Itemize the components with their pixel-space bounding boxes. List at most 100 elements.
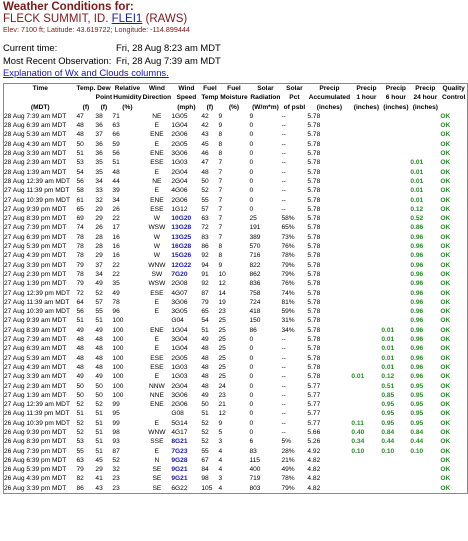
cell-humidity: 35 [112, 280, 120, 288]
cell-dew-point: 51 [95, 317, 103, 325]
cell-temp: 50 [76, 391, 84, 399]
cell-time: 27 Aug 2:39 pm MDT [4, 270, 67, 278]
cell-temp: 51 [76, 317, 84, 325]
station-id-link[interactable]: FLEI1 [112, 13, 143, 25]
cell-solar-pct: -- [281, 177, 286, 185]
cell-time: 26 Aug 4:39 pm MDT [4, 475, 67, 483]
cell-wind-direction: SE [152, 475, 162, 483]
cell-solar-pct: 76% [281, 280, 295, 288]
cell-solar-pct: 59% [281, 308, 295, 316]
cell-quality-control: OK [440, 168, 451, 176]
cell-precip-accumulated: 4.82 [307, 475, 321, 483]
cell-precip-accumulated: 5.78 [307, 177, 321, 185]
cell-solar-radiation: 6 [249, 438, 254, 446]
cell-wind-direction: E [154, 308, 160, 316]
cell-precip-accumulated: 5.26 [307, 438, 321, 446]
cell-dew-point: 29 [95, 215, 103, 223]
cell-precip-6hr [381, 149, 410, 158]
column-header-quality-control: Control [441, 94, 466, 102]
cell-precip-6hr: 0.84 [381, 428, 395, 436]
cell-solar-pct: -- [281, 159, 286, 167]
cell-quality-control: OK [440, 345, 451, 353]
observations-table: Time Temp. Dew Relative Wind Wind Fuel Fuel Sola… [3, 83, 468, 495]
cell-time: 27 Aug 9:39 am MDT [4, 317, 67, 325]
table-row: 27 Aug 6:39 pm MDT 78 28 16 W 13G25 83 7 389 73% 5… [4, 233, 468, 242]
cell-precip-24hr: 0.96 [410, 373, 424, 381]
cell-precip-1hr [351, 465, 381, 474]
cell-fuel-moisture: 7 [218, 159, 223, 167]
cell-quality-control: OK [440, 317, 451, 325]
cell-quality-control: OK [440, 122, 451, 130]
cell-temp: 48 [76, 122, 84, 130]
cell-wind-speed: 1G04 [171, 345, 188, 353]
cell-solar-radiation: 0 [249, 363, 254, 371]
cell-solar-pct: -- [281, 391, 286, 399]
cell-time: 26 Aug 10:39 pm MDT [4, 419, 70, 427]
cell-fuel-temp: 105 [201, 484, 213, 492]
cell-precip-6hr: 0.95 [381, 410, 395, 418]
cell-quality-control: OK [440, 215, 451, 223]
cell-fuel-temp: 67 [201, 456, 209, 464]
explanation-link[interactable]: Explanation of Wx and Clouds columns. [3, 67, 169, 78]
header-row: (MDT) (f) (f) (%) (mph) (f) (%) (W/m*m) of psbl (… [4, 103, 468, 112]
cell-wind-speed: 4G07 [171, 289, 188, 297]
table-row: 26 Aug 6:39 pm MDT 63 45 52 N 9G28 67 4 115 21% 4.… [4, 456, 468, 465]
cell-precip-accumulated: 5.78 [307, 363, 321, 371]
cell-time: 28 Aug 1:39 am MDT [4, 168, 67, 176]
cell-time: 27 Aug 10:39 am MDT [4, 308, 70, 316]
cell-fuel-moisture: 8 [218, 150, 223, 158]
cell-humidity: 100 [112, 345, 124, 353]
cell-fuel-moisture: 7 [218, 196, 223, 204]
cell-time: 27 Aug 1:39 am MDT [4, 391, 67, 399]
cell-quality-control: OK [440, 224, 451, 232]
cell-fuel-moisture: 25 [218, 326, 226, 334]
cell-fuel-temp: 94 [201, 261, 209, 269]
recent-obs-label: Most Recent Observation: [3, 55, 112, 66]
table-row: 26 Aug 7:39 pm MDT 55 51 87 E 7G23 55 4 83 28% 4.9… [4, 447, 468, 456]
cell-precip-1hr [351, 177, 381, 186]
cell-precip-6hr [381, 307, 410, 316]
cell-humidity: 22 [112, 215, 120, 223]
cell-solar-radiation: 0 [249, 428, 254, 436]
cell-precip-accumulated: 5.77 [307, 401, 321, 409]
cell-precip-1hr [351, 326, 381, 335]
cell-precip-6hr: 0.01 [381, 345, 395, 353]
cell-precip-accumulated: 5.78 [307, 224, 321, 232]
table-row: 27 Aug 4:39 pm MDT 78 29 16 W 15G26 92 8 716 78% 5… [4, 251, 468, 260]
cell-dew-point: 32 [95, 196, 103, 204]
cell-fuel-moisture: 7 [218, 205, 223, 213]
table-row: 27 Aug 7:39 pm MDT 74 26 17 WSW 13G28 72 7 191 65… [4, 223, 468, 232]
cell-time: 27 Aug 1:39 pm MDT [4, 280, 67, 288]
cell-temp: 78 [76, 243, 84, 251]
cell-temp: 69 [76, 215, 84, 223]
table-row: 27 Aug 10:39 am MDT 56 55 96 E 3G05 65 23 418 59%… [4, 307, 468, 316]
cell-precip-1hr: 0.10 [351, 447, 365, 455]
cell-solar-pct: 34% [281, 326, 295, 334]
cell-time: 27 Aug 9:39 pm MDT [4, 205, 67, 213]
cell-precip-1hr [351, 186, 381, 195]
cell-quality-control: OK [440, 401, 451, 409]
cell-temp: 51 [76, 150, 84, 158]
cell-precip-6hr [381, 316, 410, 325]
cell-wind-speed: 1G03 [171, 373, 188, 381]
cell-precip-accumulated: 5.78 [307, 252, 321, 260]
cell-precip-6hr [381, 298, 410, 307]
cell-fuel-temp: 86 [201, 243, 209, 251]
cell-wind-speed: G04 [171, 317, 184, 325]
cell-wind-direction: W [153, 233, 160, 241]
cell-solar-radiation: 716 [249, 252, 261, 260]
cell-solar-radiation: 0 [249, 373, 254, 381]
cell-precip-accumulated: 5.78 [307, 131, 321, 139]
cell-precip-accumulated: 5.78 [307, 308, 321, 316]
cell-precip-accumulated: 4.82 [307, 456, 321, 464]
cell-fuel-moisture: 8 [218, 252, 223, 260]
cell-precip-24hr: 0.96 [410, 345, 424, 353]
cell-temp: 50 [76, 140, 84, 148]
cell-precip-6hr [381, 121, 410, 130]
cell-time: 28 Aug 4:39 am MDT [4, 140, 67, 148]
cell-wind-direction [142, 316, 171, 325]
cell-precip-1hr [351, 289, 381, 298]
cell-wind-speed: 2G04 [171, 177, 188, 185]
cell-precip-accumulated: 5.78 [307, 326, 321, 334]
cell-quality-control: OK [440, 298, 451, 306]
